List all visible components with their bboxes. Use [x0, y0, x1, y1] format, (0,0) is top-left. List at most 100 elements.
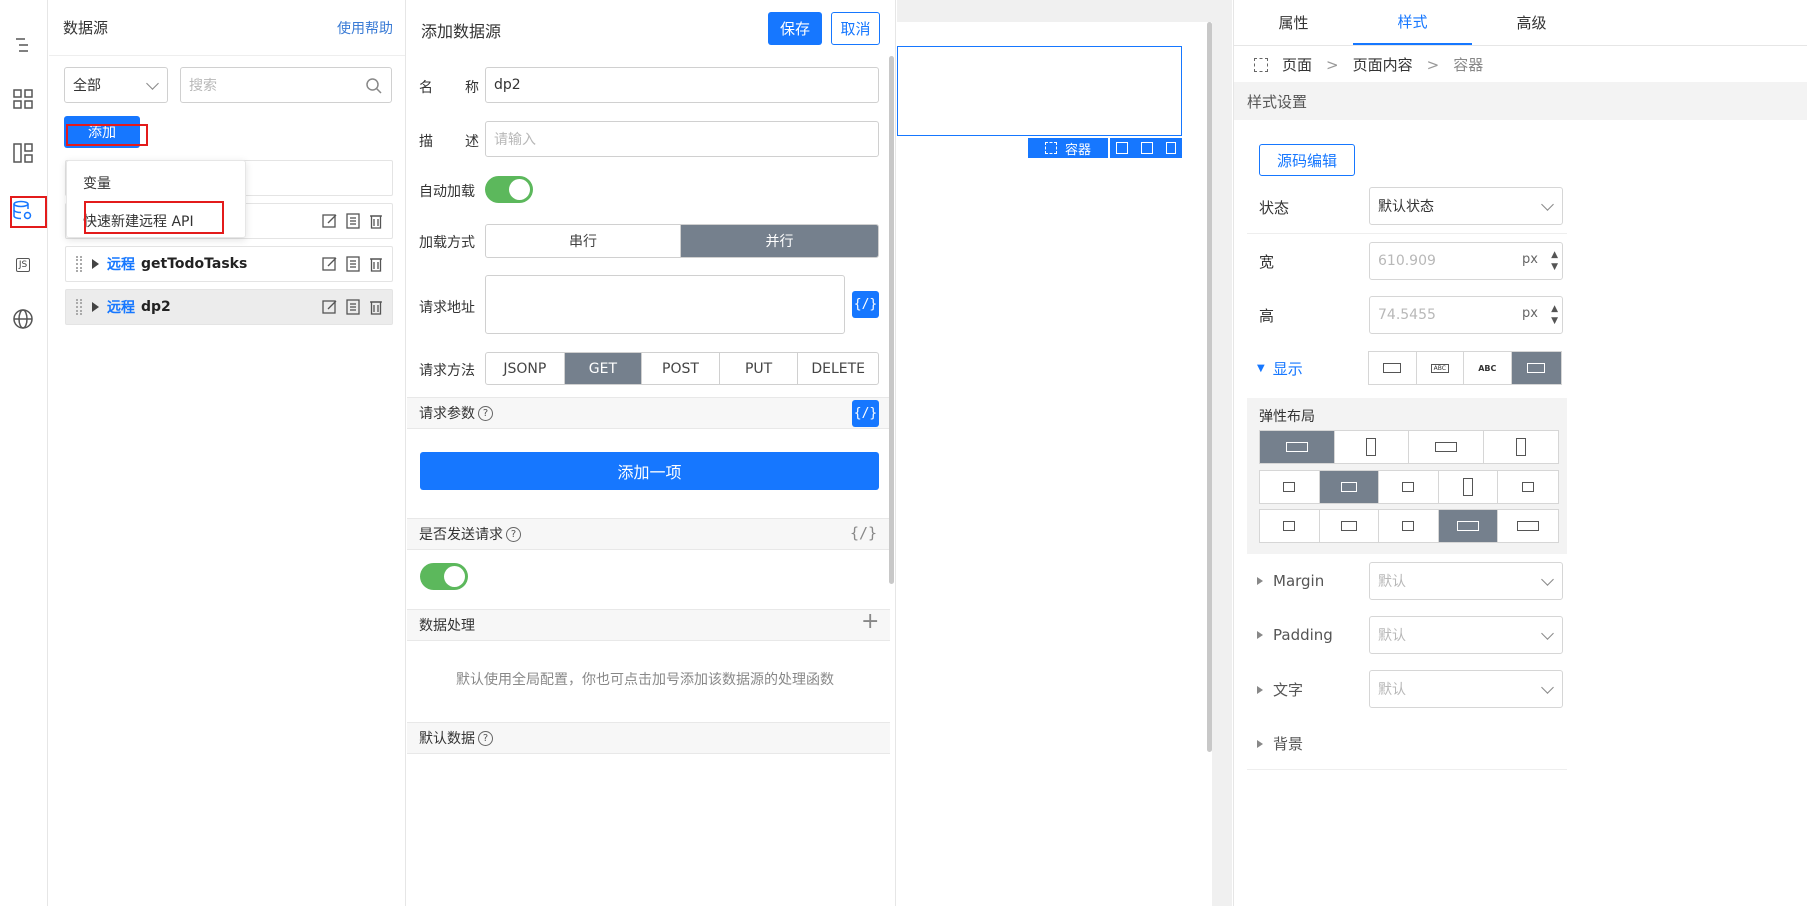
width-field[interactable]: 610.909 px ▲ ▼: [1369, 242, 1563, 280]
tab-styles[interactable]: 样式: [1353, 0, 1472, 45]
align-start-icon: [1283, 482, 1296, 492]
trash-icon[interactable]: [367, 256, 384, 273]
width-unit[interactable]: px: [1522, 252, 1538, 267]
help-icon[interactable]: ?: [478, 730, 493, 746]
flex-column-reverse-button[interactable]: [1484, 431, 1559, 463]
edit-icon[interactable]: [321, 256, 338, 273]
help-link[interactable]: 使用帮助: [337, 18, 393, 38]
justify-between-button[interactable]: [1438, 510, 1499, 542]
copy-icon[interactable]: [344, 299, 361, 316]
expand-icon[interactable]: [92, 259, 99, 269]
outline-icon[interactable]: [8, 30, 38, 60]
margin-select[interactable]: 默认: [1369, 562, 1563, 600]
padding-select[interactable]: 默认: [1369, 616, 1563, 654]
container-tag[interactable]: 容器: [1028, 138, 1108, 158]
send-toggle[interactable]: [420, 563, 468, 590]
text-select[interactable]: 默认: [1369, 670, 1563, 708]
display-flex-button[interactable]: [1511, 352, 1562, 384]
flex-row-reverse-button[interactable]: [1409, 431, 1484, 463]
flex-row-button[interactable]: [1260, 431, 1335, 463]
justify-start-button[interactable]: [1260, 510, 1320, 542]
breadcrumb-page[interactable]: 页面: [1282, 54, 1312, 75]
stepper-icon[interactable]: ▲ ▼: [1551, 303, 1558, 327]
drag-handle-icon[interactable]: [76, 256, 82, 272]
menu-item-variable[interactable]: 变量: [83, 173, 111, 193]
trash-icon[interactable]: [367, 213, 384, 230]
help-icon[interactable]: ?: [478, 405, 493, 421]
tab-advanced[interactable]: 高级: [1472, 0, 1591, 45]
justify-center-button[interactable]: [1320, 510, 1380, 542]
add-processing-icon[interactable]: +: [861, 609, 879, 634]
state-select[interactable]: 默认状态: [1369, 187, 1563, 225]
layout-icon[interactable]: [8, 138, 38, 168]
tab-properties[interactable]: 属性: [1234, 0, 1353, 45]
save-button[interactable]: 保存: [768, 12, 822, 45]
align-center-button[interactable]: [1319, 471, 1380, 503]
background-label: 背景: [1273, 735, 1304, 753]
canvas-scrollbar[interactable]: [1207, 22, 1212, 752]
style-settings-header[interactable]: 样式设置: [1234, 82, 1807, 120]
description-field[interactable]: 请输入: [485, 121, 879, 157]
height-unit[interactable]: px: [1522, 306, 1538, 321]
autoload-toggle[interactable]: [485, 176, 533, 203]
source-edit-button[interactable]: 源码编辑: [1259, 144, 1355, 176]
load-mode-serial[interactable]: 串行: [486, 225, 681, 257]
copy-icon[interactable]: [1140, 142, 1153, 154]
height-field[interactable]: 74.5455 px ▲ ▼: [1369, 296, 1563, 334]
method-get[interactable]: GET: [564, 353, 643, 384]
name-field[interactable]: dp2: [485, 67, 879, 103]
method-delete[interactable]: DELETE: [798, 353, 878, 384]
params-code-button[interactable]: {/}: [852, 400, 879, 427]
align-end-button[interactable]: [1379, 471, 1439, 503]
help-icon[interactable]: ?: [506, 526, 521, 542]
filter-select[interactable]: 全部: [64, 67, 168, 103]
margin-toggle[interactable]: Margin: [1257, 572, 1324, 590]
background-toggle[interactable]: 背景: [1257, 733, 1303, 754]
copy-icon[interactable]: [344, 256, 361, 273]
style-settings-label: 样式设置: [1247, 92, 1308, 111]
height-label: 高: [1259, 307, 1275, 325]
method-segment: JSONP GET POST PUT DELETE: [485, 352, 879, 385]
list-item[interactable]: 远程 dp2: [65, 289, 393, 325]
expand-icon[interactable]: [92, 302, 99, 312]
send-code-button[interactable]: {/}: [850, 524, 877, 542]
method-post[interactable]: POST: [642, 353, 720, 384]
drag-handle-icon[interactable]: [76, 299, 82, 315]
flex-column-button[interactable]: [1335, 431, 1409, 463]
selected-container[interactable]: [897, 46, 1182, 136]
edit-icon[interactable]: [321, 213, 338, 230]
list-item[interactable]: 远程 getTodoTasks: [65, 246, 393, 282]
method-jsonp[interactable]: JSONP: [486, 353, 565, 384]
js-icon[interactable]: JS: [8, 250, 38, 280]
stepper-icon[interactable]: ▲ ▼: [1551, 249, 1558, 273]
cancel-button[interactable]: 取消: [831, 12, 880, 45]
justify-end-button[interactable]: [1379, 510, 1439, 542]
method-put[interactable]: PUT: [720, 353, 799, 384]
trash-icon[interactable]: [1165, 142, 1176, 154]
globe-icon[interactable]: [8, 304, 38, 334]
display-toggle[interactable]: ▼ 显示: [1257, 358, 1303, 379]
align-baseline-button[interactable]: [1498, 471, 1558, 503]
justify-between-icon: [1457, 521, 1480, 531]
url-field[interactable]: [485, 275, 845, 334]
search-input[interactable]: 搜索: [180, 67, 392, 103]
components-icon[interactable]: [8, 84, 38, 114]
breadcrumb-container[interactable]: 容器: [1453, 54, 1483, 75]
copy-icon[interactable]: [344, 213, 361, 230]
align-start-button[interactable]: [1260, 471, 1320, 503]
text-toggle[interactable]: 文字: [1257, 679, 1303, 700]
display-block-button[interactable]: [1369, 352, 1417, 384]
edit-icon[interactable]: [321, 299, 338, 316]
url-code-button[interactable]: {/}: [852, 291, 879, 318]
add-item-button[interactable]: 添加一项: [420, 452, 879, 490]
insert-icon[interactable]: [1116, 142, 1129, 154]
padding-toggle[interactable]: Padding: [1257, 626, 1333, 644]
justify-around-button[interactable]: [1498, 510, 1558, 542]
breadcrumb-content[interactable]: 页面内容: [1353, 54, 1413, 75]
display-inline-button[interactable]: ABC: [1464, 352, 1512, 384]
load-mode-parallel[interactable]: 并行: [681, 225, 878, 257]
panel-scrollbar[interactable]: [889, 56, 894, 584]
display-inline-block-button[interactable]: ABC: [1417, 352, 1465, 384]
align-stretch-button[interactable]: [1439, 471, 1499, 503]
trash-icon[interactable]: [367, 299, 384, 316]
